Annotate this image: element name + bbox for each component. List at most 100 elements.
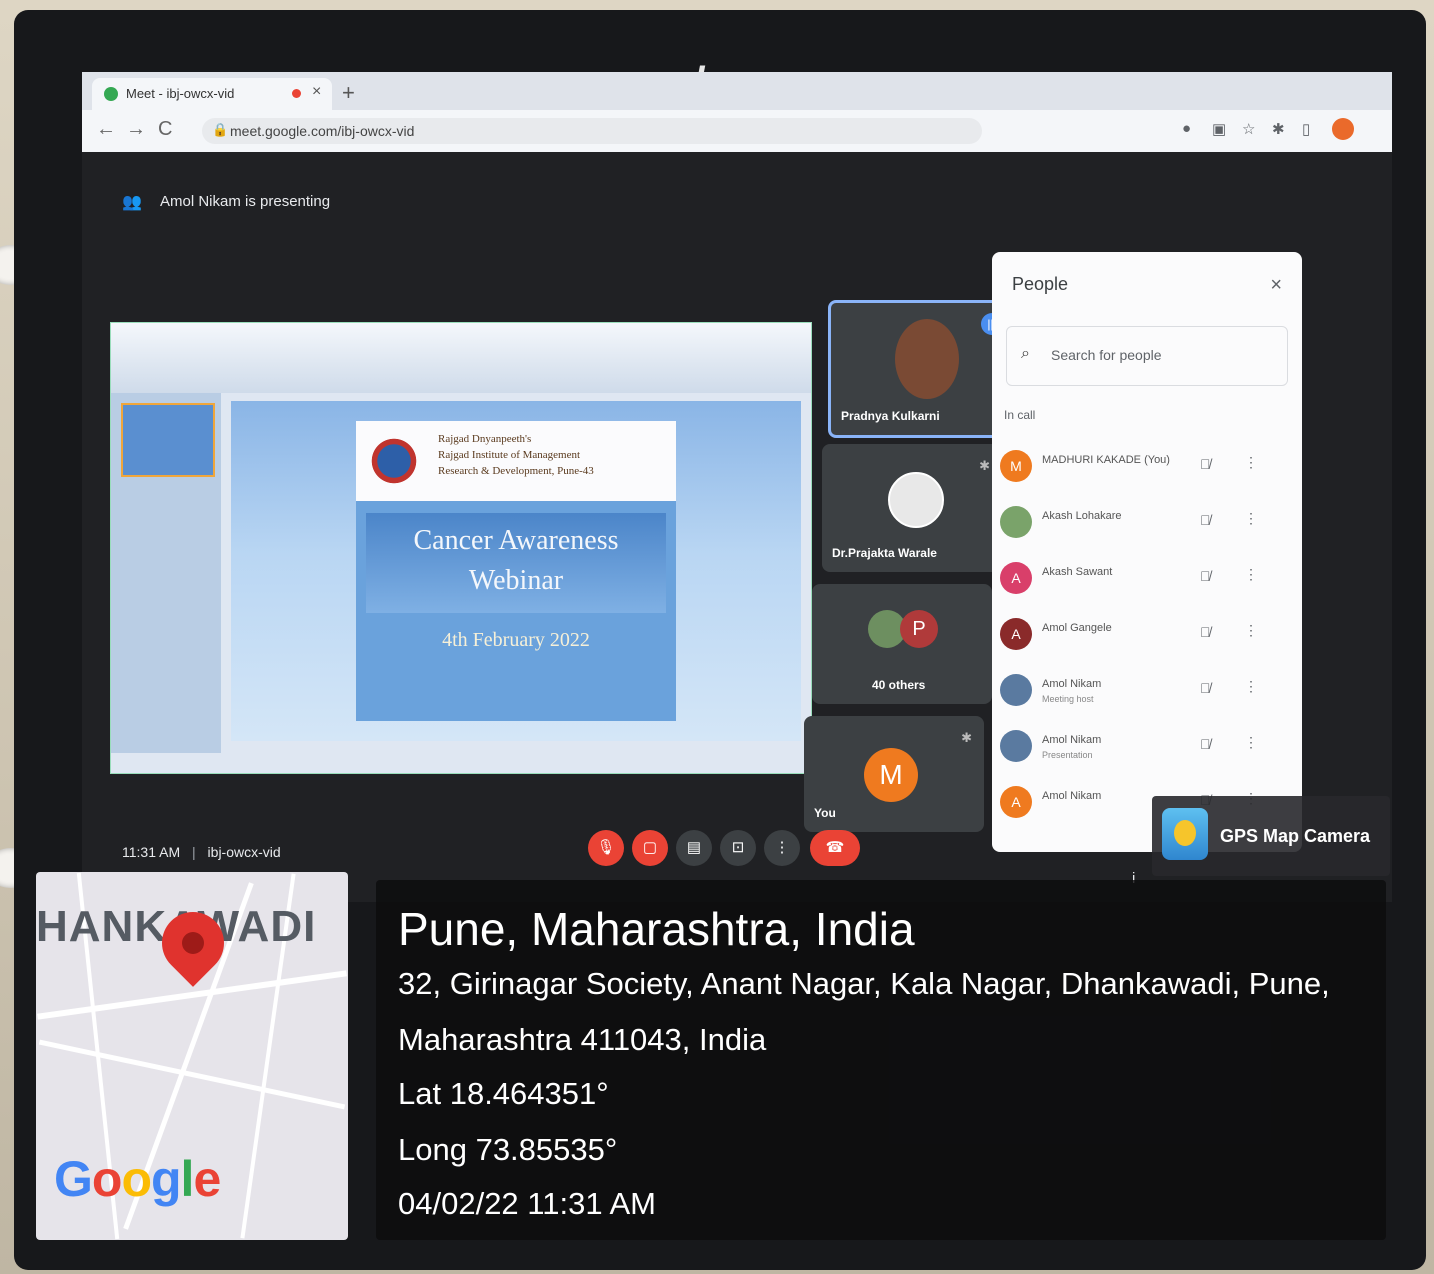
slide-stage: Rajgad Dnyanpeeth's Rajgad Institute of … xyxy=(231,401,801,741)
mic-muted-icon[interactable]: 🎙̸ xyxy=(1200,568,1211,584)
participant-row-name: MADHURI KAKADE (You) xyxy=(1042,454,1170,466)
profile-avatar[interactable] xyxy=(1332,118,1354,140)
participant-row-name: Amol Nikam xyxy=(1042,734,1102,746)
meeting-time: 11:31 AM xyxy=(122,844,181,860)
search-people-input[interactable]: ⌕ Search for people xyxy=(1006,326,1288,386)
participant-tile[interactable]: ✱ Dr.Prajakta Warale xyxy=(822,444,1002,572)
participant-more-button[interactable]: ⋮ xyxy=(1244,566,1258,583)
slide-thumbnails xyxy=(111,393,221,753)
self-label: You xyxy=(814,806,836,820)
presenting-text: Amol Nikam is presenting xyxy=(160,193,331,210)
google-logo: Google xyxy=(54,1151,221,1207)
address-bar[interactable]: 🔒 meet.google.com/ibj-owcx-vid xyxy=(202,118,982,144)
mic-muted-icon[interactable]: 🎙̸ xyxy=(1200,680,1211,696)
geotag-datetime: 04/02/22 11:31 AM xyxy=(398,1186,656,1221)
slide-title-line: Cancer Awareness xyxy=(413,525,619,556)
meeting-code: ibj-owcx-vid xyxy=(207,844,281,860)
participant-avatar: A xyxy=(1000,618,1032,650)
participant-avatar xyxy=(888,472,944,528)
browser-tab[interactable]: Meet - ibj-owcx-vid × xyxy=(92,78,332,110)
participant-row[interactable]: Akash Lohakare 🎙̸ ⋮ xyxy=(1000,498,1290,548)
institution-line: Rajgad Dnyanpeeth's xyxy=(438,433,532,445)
present-button[interactable]: ⊡ xyxy=(720,830,756,866)
new-tab-button[interactable]: + xyxy=(342,80,355,106)
institution-name: Rajgad Dnyanpeeth's Rajgad Institute of … xyxy=(438,431,594,479)
participant-avatar: A xyxy=(1000,562,1032,594)
star-icon[interactable]: ☆ xyxy=(1242,120,1255,138)
institution-line: Research & Development, Pune-43 xyxy=(438,465,594,477)
geotag-address-line: 32, Girinagar Society, Anant Nagar, Kala… xyxy=(398,966,1330,1001)
participant-row-name: Akash Sawant xyxy=(1042,566,1113,578)
self-avatar: M xyxy=(864,748,918,802)
puzzle-icon[interactable]: ✱ xyxy=(1272,120,1285,138)
captions-button[interactable]: ▤ xyxy=(676,830,712,866)
participant-more-button[interactable]: ⋮ xyxy=(1244,678,1258,695)
participant-row-role: Presentation xyxy=(1042,750,1093,760)
mic-muted-icon[interactable]: 🎙̸ xyxy=(1200,456,1211,472)
search-placeholder: Search for people xyxy=(1051,347,1162,363)
in-call-section: In call xyxy=(1004,408,1036,422)
mic-muted-icon[interactable]: 🎙̸ xyxy=(1200,624,1211,640)
lock-icon: 🔒 xyxy=(212,122,229,137)
map-thumbnail: HANKAWADI Google xyxy=(36,872,348,1240)
participant-name: Dr.Prajakta Warale xyxy=(832,546,937,560)
participant-row[interactable]: A Amol Gangele 🎙̸ ⋮ xyxy=(1000,610,1290,660)
geotag-latitude: Lat 18.464351° xyxy=(398,1076,609,1111)
participant-row[interactable]: M MADHURI KAKADE (You) 🎙̸ ⋮ xyxy=(1000,442,1290,492)
participant-row[interactable]: Amol Nikam Presentation 🎙̸ ⋮ xyxy=(1000,722,1290,772)
tab-close-button[interactable]: × xyxy=(312,83,321,101)
mic-muted-icon[interactable]: 🎙̸ xyxy=(1200,512,1211,528)
presenter-icon: 👥 xyxy=(122,194,142,211)
meeting-details: 11:31 AM | ibj-owcx-vid xyxy=(122,844,281,860)
meet-favicon-icon xyxy=(104,87,118,101)
pin-icon[interactable]: ✱ xyxy=(979,458,990,474)
reload-button[interactable]: C xyxy=(158,118,172,141)
more-options-button[interactable]: ⋮ xyxy=(764,830,800,866)
pin-icon[interactable]: ✱ xyxy=(961,730,972,746)
participant-more-button[interactable]: ⋮ xyxy=(1244,510,1258,527)
extension-icon[interactable]: ▣ xyxy=(1212,120,1226,138)
participant-more-button[interactable]: ⋮ xyxy=(1244,622,1258,639)
mic-muted-icon[interactable]: 🎙̸ xyxy=(1200,736,1211,752)
participant-more-button[interactable]: ⋮ xyxy=(1244,454,1258,471)
participant-row-name: Amol Nikam xyxy=(1042,790,1102,802)
self-tile[interactable]: M ✱ You xyxy=(804,716,984,832)
search-icon: ⌕ xyxy=(1021,345,1030,362)
geotag-address-line: Maharashtra 411043, India xyxy=(398,1022,767,1057)
participant-avatar: P xyxy=(900,610,938,648)
address-bar-url: meet.google.com/ibj-owcx-vid xyxy=(230,123,415,139)
back-button[interactable]: ← xyxy=(96,118,116,141)
participant-avatar: A xyxy=(1000,786,1032,818)
participant-row-name: Akash Lohakare xyxy=(1042,510,1122,522)
others-count: 40 others xyxy=(872,678,926,692)
gps-camera-badge: GPS Map Camera xyxy=(1152,796,1390,876)
participant-row[interactable]: A Akash Sawant 🎙̸ ⋮ xyxy=(1000,554,1290,604)
people-title: People xyxy=(1012,274,1069,294)
participant-more-button[interactable]: ⋮ xyxy=(1244,734,1258,751)
screen: Meet - ibj-owcx-vid × + ← → C 🔒 meet.goo… xyxy=(82,72,1392,902)
geotag-overlay: Pune, Maharashtra, India 32, Girinagar S… xyxy=(376,880,1386,1240)
browser-toolbar: ← → C 🔒 meet.google.com/ibj-owcx-vid ● ▣… xyxy=(82,110,1392,152)
institute-crest-icon xyxy=(368,435,420,487)
participant-avatar: M xyxy=(1000,450,1032,482)
participant-avatar xyxy=(1000,674,1032,706)
end-call-button[interactable]: ☎ xyxy=(810,830,860,866)
browser-tab-strip: Meet - ibj-owcx-vid × + xyxy=(82,72,1392,110)
shared-screen: Rajgad Dnyanpeeth's Rajgad Institute of … xyxy=(110,322,812,774)
participant-avatar xyxy=(1000,730,1032,762)
close-people-button[interactable]: × xyxy=(1270,274,1282,297)
others-tile[interactable]: P 40 others xyxy=(812,584,992,704)
geotag-longitude: Long 73.85535° xyxy=(398,1132,618,1167)
camera-indicator-icon[interactable]: ● xyxy=(1182,120,1191,137)
forward-button[interactable]: → xyxy=(126,118,146,141)
mic-off-button[interactable]: 🎙 xyxy=(588,830,624,866)
window-icon[interactable]: ▯ xyxy=(1302,120,1310,138)
participant-tile[interactable]: ||| Pradnya Kulkarni xyxy=(828,300,1014,438)
slide-header: Rajgad Dnyanpeeth's Rajgad Institute of … xyxy=(356,421,676,501)
recording-dot-icon xyxy=(292,89,301,98)
slide-title-line: Webinar xyxy=(468,565,564,596)
participant-row[interactable]: Amol Nikam Meeting host 🎙̸ ⋮ xyxy=(1000,666,1290,716)
participant-row-name: Amol Nikam xyxy=(1042,678,1102,690)
participant-name: Pradnya Kulkarni xyxy=(841,409,940,423)
camera-off-button[interactable]: ▢ xyxy=(632,830,668,866)
